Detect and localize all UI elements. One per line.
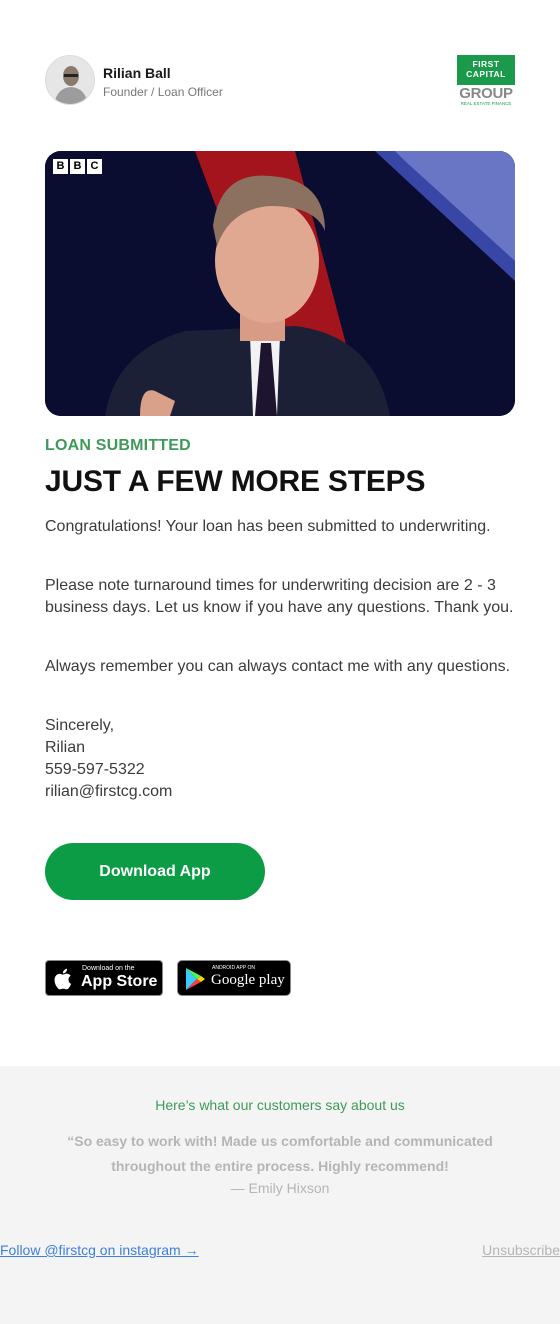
logo-line-group: GROUP xyxy=(459,85,513,102)
sender-avatar xyxy=(45,55,95,105)
paragraph-contact: Always remember you can always contact m… xyxy=(45,658,511,675)
bbc-letter: C xyxy=(87,159,102,174)
company-logo[interactable]: FIRST CAPITAL GROUP REAL ESTATE FINANCE xyxy=(457,55,515,106)
signature-email[interactable]: rilian@firstcg.com xyxy=(45,781,515,803)
logo-line-first: FIRST xyxy=(472,59,500,69)
hero-image: B B C xyxy=(45,151,515,416)
headline: JUST A FEW MORE STEPS xyxy=(45,465,426,498)
instagram-follow-link[interactable]: Follow @firstcg on instagram → xyxy=(0,1242,199,1258)
sender-role: Founder / Loan Officer xyxy=(103,85,223,99)
app-store-small-text: Download on the xyxy=(82,965,135,972)
email-header: Rilian Ball Founder / Loan Officer FIRST… xyxy=(45,55,515,107)
paragraph-turnaround: Please note turnaround times for underwr… xyxy=(45,577,514,616)
testimonial-author: — Emily Hixson xyxy=(230,1180,330,1196)
apple-icon xyxy=(54,968,72,990)
testimonial-footer: Here’s what our customers say about us “… xyxy=(0,1066,560,1324)
unsubscribe-link[interactable]: Unsubscribe xyxy=(482,1242,560,1258)
testimonial-quote: “So easy to work with! Made us comfortab… xyxy=(67,1133,493,1174)
bbc-watermark: B B C xyxy=(53,159,102,174)
app-store-big-text: App Store xyxy=(81,973,158,990)
sender-name: Rilian Ball xyxy=(103,65,171,81)
app-store-badge[interactable]: Download on the App Store xyxy=(45,960,163,996)
paragraph-congrats: Congratulations! Your loan has been subm… xyxy=(45,518,491,535)
google-play-small-text: ANDROID APP ON xyxy=(212,965,255,971)
google-play-icon xyxy=(186,968,205,990)
signature-block: Sincerely, Rilian 559-597-5322 rilian@fi… xyxy=(45,715,515,803)
logo-tagline: REAL ESTATE FINANCE xyxy=(460,101,512,106)
signature-phone[interactable]: 559-597-5322 xyxy=(45,759,515,781)
download-app-button[interactable]: Download App xyxy=(45,843,265,900)
logo-line-capital: CAPITAL xyxy=(466,69,506,79)
google-play-big-text: Google play xyxy=(211,972,285,988)
bbc-letter: B xyxy=(70,159,85,174)
signature-name: Rilian xyxy=(45,739,86,756)
signoff: Sincerely, xyxy=(45,717,115,734)
bbc-letter: B xyxy=(53,159,68,174)
status-eyebrow: LOAN SUBMITTED xyxy=(45,437,191,454)
google-play-badge[interactable]: ANDROID APP ON Google play xyxy=(177,960,291,996)
testimonial-title: Here’s what our customers say about us xyxy=(155,1097,405,1113)
